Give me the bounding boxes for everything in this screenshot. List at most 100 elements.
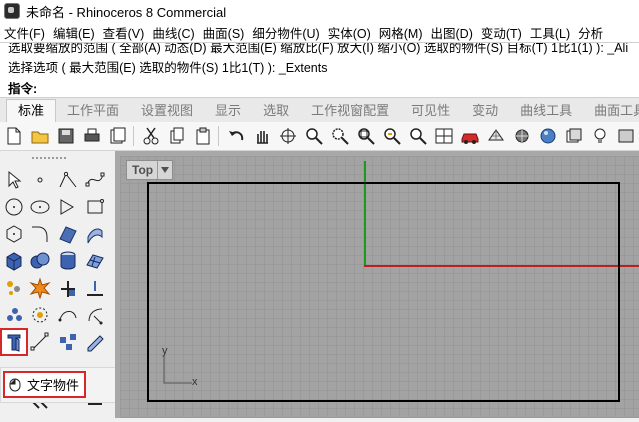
menu-edit[interactable]: 编辑(E) (49, 23, 99, 42)
toolbar-separator (133, 126, 134, 146)
project-to-plane-icon[interactable] (82, 275, 108, 301)
zoom-dynamic-icon[interactable] (302, 124, 326, 148)
circle-icon[interactable] (1, 194, 27, 220)
menu-surface[interactable]: 曲面(S) (199, 23, 249, 42)
tab-select[interactable]: 选取 (252, 100, 300, 122)
tool-flyout: 文字物件 (0, 367, 133, 403)
top-viewport[interactable]: Top y x (120, 156, 639, 418)
boolean-union-icon[interactable] (27, 248, 53, 274)
radius-dimension-icon[interactable] (82, 302, 108, 328)
hatch-icon[interactable] (55, 329, 81, 355)
linear-dimension-icon[interactable] (27, 329, 53, 355)
world-axes-icon: y x (158, 345, 208, 393)
menu-file[interactable]: 文件(F) (0, 23, 49, 42)
arc-dimension-icon[interactable] (55, 302, 81, 328)
paste-icon[interactable] (191, 124, 215, 148)
rhino-app-icon[interactable] (4, 3, 20, 19)
box-solid-icon[interactable] (1, 248, 27, 274)
point-icon[interactable] (27, 167, 53, 193)
text-object-label: 文字物件 (27, 378, 80, 393)
cylinder-solid-icon[interactable] (55, 248, 81, 274)
tab-visibility[interactable]: 可见性 (400, 100, 461, 122)
extrude-surface-icon[interactable] (82, 221, 108, 247)
pan-hand-icon[interactable] (250, 124, 274, 148)
history-line: 选择选项 ( 最大范围(E) 选取的物件(S) 1比1(T) ): _Exten… (8, 61, 328, 75)
menu-bar: 文件(F) 编辑(E) 查看(V) 曲线(C) 曲面(S) 细分物件(U) 实体… (0, 22, 639, 42)
explode-icon[interactable] (27, 275, 53, 301)
select-pointer-icon[interactable] (1, 167, 27, 193)
annotation-leader-icon[interactable] (82, 329, 108, 355)
menu-subd[interactable]: 细分物件(U) (248, 23, 323, 42)
viewport-layout-icon[interactable] (432, 124, 456, 148)
menu-view[interactable]: 查看(V) (99, 23, 149, 42)
fillet-curves-icon[interactable] (27, 221, 53, 247)
split-trim-icon[interactable] (55, 275, 81, 301)
toolbar-tabs: 标准 工作平面 设置视图 显示 选取 工作视窗配置 可见性 变动 曲线工具 曲面… (0, 97, 639, 123)
analyze-point-icon[interactable] (27, 302, 53, 328)
mesh-plane-icon[interactable] (82, 248, 108, 274)
tab-standard[interactable]: 标准 (6, 99, 57, 122)
ellipse-icon[interactable] (27, 194, 53, 220)
viewport-name: Top (132, 163, 154, 177)
copy-icon[interactable] (165, 124, 189, 148)
options-icon[interactable] (614, 124, 638, 148)
toolbar-separator (218, 126, 219, 146)
group-objects-icon[interactable] (1, 302, 27, 328)
axis-x-label: x (192, 376, 198, 388)
menu-analyze[interactable]: 分析 (574, 23, 607, 42)
surface-from-curves-icon[interactable] (55, 221, 81, 247)
text-object-tool-icon[interactable] (0, 328, 28, 356)
cut-icon[interactable] (139, 124, 163, 148)
mouse-left-click-icon (9, 378, 21, 391)
viewport-area: Top y x (115, 151, 639, 418)
menu-transform[interactable]: 变动(T) (477, 23, 526, 42)
menu-tools[interactable]: 工具(L) (526, 23, 574, 42)
command-prompt[interactable]: 指令: (8, 78, 37, 97)
zoom-window-icon[interactable] (328, 124, 352, 148)
zoom-all-icon[interactable] (406, 124, 430, 148)
explode-points-icon[interactable] (1, 275, 27, 301)
command-history: 选取要缩放的范围 ( 全部(A) 动态(D) 最大范围(E) 缩放比(F) 放大… (0, 42, 639, 97)
arc-icon[interactable] (55, 194, 81, 220)
menu-solid[interactable]: 实体(O) (324, 23, 375, 42)
menu-mesh[interactable]: 网格(M) (375, 23, 427, 42)
tab-transform[interactable]: 变动 (461, 100, 509, 122)
import-icon[interactable] (106, 124, 130, 148)
menu-drafting[interactable]: 出图(D) (427, 23, 477, 42)
tab-viewport-layout[interactable]: 工作视窗配置 (300, 100, 400, 122)
render-mesh-icon[interactable] (484, 124, 508, 148)
zoom-selected-icon[interactable] (380, 124, 404, 148)
car-render-icon[interactable] (458, 124, 482, 148)
tab-display[interactable]: 显示 (204, 100, 252, 122)
tab-surface-tools[interactable]: 曲面工具 (583, 100, 639, 122)
material-sphere-icon[interactable] (536, 124, 560, 148)
zoom-extents-icon[interactable] (354, 124, 378, 148)
shaded-view-icon[interactable] (510, 124, 534, 148)
title-bar: 未命名 - Rhinoceros 8 Commercial (0, 0, 639, 22)
menu-curve[interactable]: 曲线(C) (148, 23, 198, 42)
rectangle-icon[interactable] (82, 194, 108, 220)
rotate-view-icon[interactable] (276, 124, 300, 148)
polygon-icon[interactable] (1, 221, 27, 247)
drawing-boundary (147, 182, 620, 402)
viewport-title-tab[interactable]: Top (126, 160, 174, 180)
save-icon[interactable] (54, 124, 78, 148)
polyline-icon[interactable] (55, 167, 81, 193)
axis-y-label: y (162, 345, 168, 357)
undo-icon[interactable] (224, 124, 248, 148)
text-object-menu-item[interactable]: 文字物件 (3, 371, 86, 398)
layer-icon[interactable] (562, 124, 586, 148)
print-icon[interactable] (80, 124, 104, 148)
tab-curve-tools[interactable]: 曲线工具 (509, 100, 583, 122)
history-line: 选取要缩放的范围 ( 全部(A) 动态(D) 最大范围(E) 缩放比(F) 放大… (8, 42, 629, 55)
tab-set-view[interactable]: 设置视图 (130, 100, 204, 122)
light-bulb-icon[interactable] (588, 124, 612, 148)
new-file-icon[interactable] (2, 124, 26, 148)
standard-toolbar (0, 122, 639, 151)
viewport-menu-arrow-icon[interactable] (157, 161, 172, 179)
curve-control-points-icon[interactable] (82, 167, 108, 193)
window-title: 未命名 - Rhinoceros 8 Commercial (26, 4, 227, 20)
panel-grip[interactable] (32, 157, 66, 161)
tab-cplanes[interactable]: 工作平面 (56, 100, 130, 122)
open-folder-icon[interactable] (28, 124, 52, 148)
